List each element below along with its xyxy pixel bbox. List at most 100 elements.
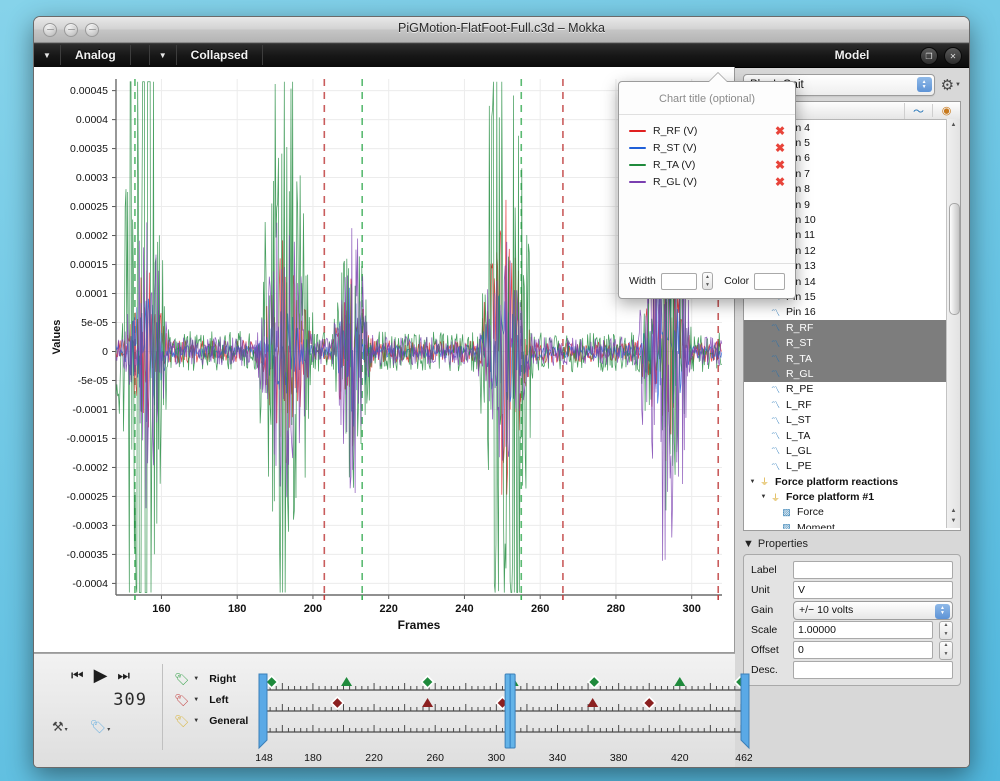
offset-input[interactable]: 0	[793, 641, 933, 659]
chevron-down-icon[interactable]: ▼	[193, 718, 199, 724]
chevron-updown-icon[interactable]: ▲ ▼	[916, 77, 932, 92]
svg-text:380: 380	[610, 752, 628, 762]
tree-item-l-ta[interactable]: 〽 L_TA	[744, 428, 960, 443]
scale-input[interactable]: 1.00000	[793, 621, 933, 639]
legend-row[interactable]: R_ST (V) ✖	[619, 139, 795, 156]
tree-item-force-platform-1[interactable]: ▼ ⏚ Force platform #1	[744, 489, 960, 504]
chevron-down-icon[interactable]: ▾	[107, 727, 110, 733]
expander-icon[interactable]: ▼	[759, 494, 768, 500]
model-panel-header-buttons: ❐ ✕	[920, 47, 962, 65]
tree-item-label: L_ST	[786, 414, 812, 427]
trajectory-icon[interactable]: 〜	[904, 102, 932, 119]
svg-text:260: 260	[531, 603, 549, 615]
tree-item-force[interactable]: ▨ Force	[744, 505, 960, 520]
label-input[interactable]	[793, 561, 953, 579]
layout-mode-label[interactable]: Collapsed	[177, 43, 262, 67]
tree-item-label: R_ST	[786, 337, 813, 350]
chevron-updown-icon[interactable]: ▲ ▼	[935, 603, 950, 619]
width-stepper[interactable]: ▲ ▼	[701, 272, 714, 290]
legend-row[interactable]: R_RF (V) ✖	[619, 122, 795, 139]
layout-menu-arrow-icon[interactable]: ▼	[150, 43, 176, 67]
event-track-left[interactable]: 🏷 ▼ Left	[174, 689, 254, 710]
color-swatch-button[interactable]	[754, 272, 785, 290]
green-tag-icon[interactable]: 🏷	[174, 672, 189, 686]
legend-row[interactable]: R_TA (V) ✖	[619, 156, 795, 173]
tree-item-label: L_RF	[786, 398, 812, 411]
unit-value: V	[798, 584, 806, 596]
view-type-label[interactable]: Analog	[61, 43, 130, 67]
timeline-svg[interactable]: 148 180 220 260 300 340 380 420 462	[252, 662, 753, 764]
event-tag-menu[interactable]: 🏷▾	[90, 718, 111, 736]
svg-text:300: 300	[683, 603, 701, 615]
chart-options-popup[interactable]: Chart title (optional) R_RF (V) ✖ R_ST (V)…	[618, 73, 796, 299]
chevron-down-icon[interactable]: ▾	[65, 727, 68, 733]
tree-item-moment[interactable]: ▨ Moment	[744, 520, 960, 529]
tree-item-label: Force	[797, 506, 824, 519]
remove-series-button[interactable]: ✖	[775, 159, 785, 171]
view-menu-arrow-icon[interactable]: ▼	[34, 43, 60, 67]
tree-item-r-pe[interactable]: 〽 R_PE	[744, 382, 960, 397]
event-track-right[interactable]: 🏷 ▼ Right	[174, 668, 254, 689]
remove-series-button[interactable]: ✖	[775, 142, 785, 154]
eye-icon[interactable]: ◉	[932, 104, 960, 117]
tree-item-r-gl[interactable]: 〽 R_GL	[744, 366, 960, 382]
svg-text:-0.0001: -0.0001	[72, 404, 108, 416]
tree-item-r-ta[interactable]: 〽 R_TA	[744, 350, 960, 367]
popup-pointer	[709, 73, 727, 82]
desktop-background: PiGMotion-FlatFoot-Full.c3d – Mokka ▼ An…	[0, 0, 1000, 781]
scroll-down-button[interactable]: ▲	[949, 507, 958, 516]
last-frame-button[interactable]: ⏭	[117, 668, 130, 682]
unit-input[interactable]: V	[793, 581, 953, 599]
undock-panel-button[interactable]: ❐	[920, 47, 938, 65]
model-panel-header: Model ❐ ✕	[735, 43, 969, 68]
scroll-up-button[interactable]: ▲	[949, 121, 958, 130]
tree-item-force-platform-reactions[interactable]: ▼ ⏚ Force platform reactions	[744, 474, 960, 489]
legend-color-swatch	[629, 146, 646, 149]
gain-select[interactable]: +/− 10 volts ▲ ▼	[793, 600, 953, 620]
svg-text:260: 260	[426, 752, 444, 762]
tree-item-pin-16[interactable]: 〽 Pin 16	[744, 305, 960, 320]
chart-title-input[interactable]: Chart title (optional)	[619, 82, 795, 115]
svg-text:0.0002: 0.0002	[76, 230, 108, 242]
tools-menu[interactable]: ⚒▾	[52, 718, 68, 736]
remove-series-button[interactable]: ✖	[775, 176, 785, 188]
chevron-down-icon[interactable]: ▼	[193, 676, 199, 682]
remove-series-button[interactable]: ✖	[775, 125, 785, 137]
tree-item-r-st[interactable]: 〽 R_ST	[744, 335, 960, 351]
chevron-down-icon[interactable]: ▼	[193, 697, 199, 703]
legend-color-swatch	[629, 180, 646, 183]
tree-item-l-pe[interactable]: 〽 L_PE	[744, 459, 960, 474]
legend-row[interactable]: R_GL (V) ✖	[619, 173, 795, 190]
tree-item-l-gl[interactable]: 〽 L_GL	[744, 443, 960, 458]
width-input[interactable]	[660, 272, 697, 290]
tag-icon[interactable]: 🏷	[90, 719, 107, 734]
first-frame-button[interactable]: ⏮	[71, 668, 84, 682]
tree-scrollbar-thumb[interactable]	[949, 203, 960, 315]
gain-value: +/− 10 volts	[799, 604, 854, 616]
close-panel-button[interactable]: ✕	[944, 47, 962, 65]
event-timeline[interactable]: 148 180 220 260 300 340 380 420 462	[252, 662, 753, 764]
tools-icon[interactable]: ⚒	[52, 719, 64, 734]
legend-label: R_TA (V)	[653, 158, 696, 171]
scroll-down-button-2[interactable]: ▼	[949, 517, 958, 526]
red-tag-icon[interactable]: 🏷	[174, 693, 189, 707]
tree-item-l-st[interactable]: 〽 L_ST	[744, 412, 960, 427]
tree-item-label: R_TA	[786, 352, 813, 365]
scale-stepper[interactable]: ▲ ▼	[939, 620, 953, 640]
svg-text:-5e-05: -5e-05	[78, 375, 109, 387]
yellow-tag-icon[interactable]: 🏷	[174, 714, 189, 728]
tree-item-l-rf[interactable]: 〽 L_RF	[744, 397, 960, 412]
chevron-down-icon[interactable]: ▼	[955, 82, 961, 88]
gear-icon[interactable]: ⚙	[941, 78, 954, 93]
event-track-general[interactable]: 🏷 ▼ General	[174, 710, 254, 731]
property-row: Label	[751, 560, 953, 580]
window-title: PiGMotion-FlatFoot-Full.c3d – Mokka	[397, 21, 605, 35]
properties-section-header[interactable]: ▼ Properties	[743, 538, 961, 550]
properties-expander-icon[interactable]: ▼	[743, 538, 754, 550]
tree-item-r-rf[interactable]: 〽 R_RF	[744, 320, 960, 336]
desc-input[interactable]	[793, 661, 953, 679]
offset-stepper[interactable]: ▲ ▼	[939, 640, 953, 660]
tree-scrollbar[interactable]: ▲ ▲ ▼	[946, 119, 960, 528]
play-button[interactable]: ▶	[94, 666, 108, 684]
expander-icon[interactable]: ▼	[748, 479, 757, 485]
